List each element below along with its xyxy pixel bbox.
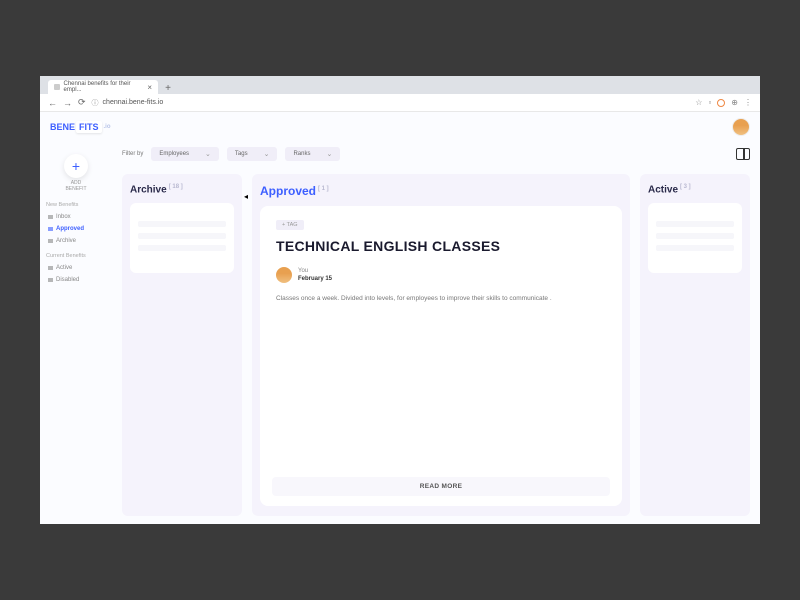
card-title: TECHNICAL ENGLISH CLASSES [276,238,606,255]
column-archive: Archive[ 18 ] [122,174,242,516]
add-benefit-button[interactable]: + [64,154,88,178]
sidebar-item-inbox[interactable]: Inbox [46,211,106,223]
reload-icon[interactable]: ⟳ [78,97,86,108]
sidebar-item-active[interactable]: Active [46,262,106,274]
column-title: Approved[ 1 ] [260,184,622,198]
column-active: Active[ 3 ] [640,174,750,516]
view-toggle-icon[interactable] [736,148,750,160]
read-more-button[interactable]: READ MORE [272,477,610,496]
folder-icon [48,227,53,231]
card-author: You February 15 [276,267,606,284]
main-area: Filter by Employees Tags Ranks Archive[ … [112,142,760,524]
star-icon[interactable]: ☆ [695,98,702,107]
sidebar-item-disabled[interactable]: Disabled [46,274,106,286]
add-tag-button[interactable]: + TAG [276,220,304,230]
filter-bar: Filter by Employees Tags Ranks [112,142,760,166]
count-badge: [ 1 ] [318,186,329,192]
logo-suffix: .io [104,124,111,130]
menu-icon[interactable]: ⋮ [744,98,752,107]
logo-part1: BENE [50,122,75,132]
forward-icon[interactable]: → [63,98,72,108]
folder-icon [48,266,53,270]
back-icon[interactable]: ← [48,98,57,108]
logo-part2: FITS [76,121,102,133]
url-text: chennai.bene-fits.io [103,99,164,106]
card-placeholder[interactable] [130,203,234,273]
sidebar-item-archive[interactable]: Archive [46,235,106,247]
avatar[interactable] [732,118,750,136]
author-name: You [298,267,332,275]
browser-tab[interactable]: Chennai benefits for their empl... × [48,80,158,94]
folder-icon [48,215,53,219]
sidebar-group-label: Current Benefits [46,253,106,259]
extension-icon[interactable] [717,99,725,107]
filter-tags[interactable]: Tags [227,147,278,161]
count-badge: [ 18 ] [169,184,183,190]
column-title: Active[ 3 ] [648,184,742,195]
author-avatar [276,267,292,283]
favicon-icon [54,84,60,90]
benefit-card[interactable]: + TAG TECHNICAL ENGLISH CLASSES You Febr… [260,206,622,506]
tab-strip: Chennai benefits for their empl... × + [40,76,760,94]
profile-icon[interactable]: ⊕ [731,98,738,107]
folder-icon [48,239,53,243]
column-title: Archive[ 18 ] [130,184,234,195]
app-header: BENE FITS .io [40,112,760,142]
logo[interactable]: BENE FITS .io [50,121,111,133]
board-columns: Archive[ 18 ] Approved[ 1 ] + TAG TECHNI… [112,166,760,524]
close-tab-icon[interactable]: × [147,83,152,92]
address-bar: ← → ⟳ ⓘ chennai.bene-fits.io ☆ ▫ ⊕ ⋮ [40,94,760,112]
cursor-icon: ◂ [244,192,248,201]
author-date: February 15 [298,275,332,283]
filter-ranks[interactable]: Ranks [285,147,340,161]
browser-window: Chennai benefits for their empl... × + ←… [40,76,760,524]
app-body: + ADD BENEFIT New Benefits Inbox Approve… [40,142,760,524]
sidebar-group-label: New Benefits [46,202,106,208]
lock-icon: ⓘ [92,98,99,108]
sidebar-item-approved[interactable]: Approved [46,223,106,235]
add-benefit-label: ADD BENEFIT [46,180,106,192]
folder-icon [48,278,53,282]
url-field[interactable]: ⓘ chennai.bene-fits.io [92,98,690,108]
tab-title: Chennai benefits for their empl... [64,81,144,93]
filter-label: Filter by [122,151,143,157]
card-placeholder[interactable] [648,203,742,273]
new-tab-button[interactable]: + [162,83,174,94]
card-description: Classes once a week. Divided into levels… [276,294,606,304]
filter-employees[interactable]: Employees [151,147,219,161]
count-badge: [ 3 ] [680,184,691,190]
ext-icon[interactable]: ▫ [708,98,711,107]
column-approved: Approved[ 1 ] + TAG TECHNICAL ENGLISH CL… [252,174,630,516]
addr-icons: ☆ ▫ ⊕ ⋮ [695,98,752,107]
sidebar: + ADD BENEFIT New Benefits Inbox Approve… [40,142,112,524]
